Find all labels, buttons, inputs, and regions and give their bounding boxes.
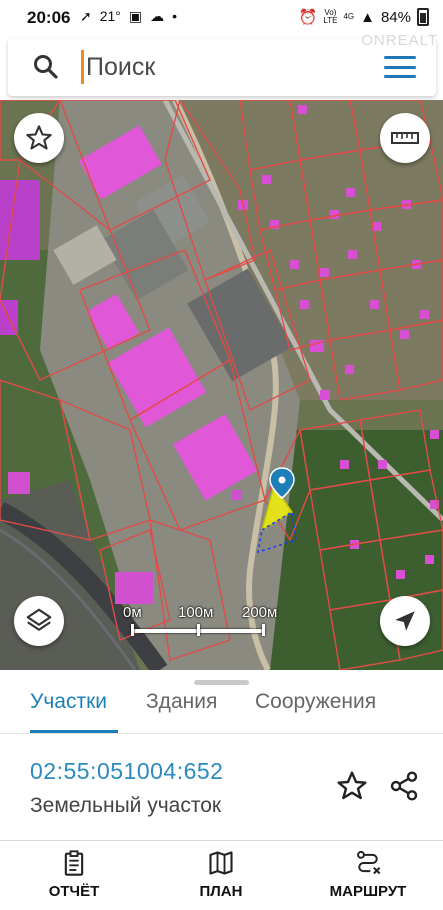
report-icon	[64, 850, 84, 876]
alarm-icon: ⏰	[298, 9, 318, 26]
category-tabs: Участки Здания Сооружения	[0, 686, 443, 734]
watermark: ONREALT	[361, 32, 438, 49]
tab-parcels[interactable]: Участки	[30, 690, 107, 714]
network-gen: 4G	[343, 12, 355, 21]
map-plan-icon	[209, 851, 233, 875]
tab-buildings[interactable]: Здания	[146, 690, 217, 714]
nav-report-label: ОТЧЁТ	[48, 883, 100, 900]
ruler-button[interactable]	[380, 113, 430, 163]
my-location-button[interactable]	[380, 596, 430, 646]
cloud-icon: ☁	[150, 8, 165, 24]
parcel-type: Земельный участок	[30, 794, 222, 817]
location-arrow-icon	[395, 611, 415, 631]
sheet-drag-handle[interactable]	[194, 680, 249, 685]
nav-plan[interactable]: ПЛАН	[166, 849, 276, 900]
layers-button[interactable]	[14, 596, 64, 646]
share-icon[interactable]	[388, 770, 420, 802]
navigation-arrow-icon: ➚	[80, 8, 92, 24]
nav-route-label: МАРШРУТ	[329, 883, 407, 900]
dot-icon: •	[172, 8, 178, 24]
battery-icon	[417, 8, 429, 26]
favorites-button[interactable]	[14, 113, 64, 163]
ruler-icon	[391, 132, 419, 144]
app-screen: 20:06 ➚ 21° ▣ ☁ • ⏰ Vo) LTE 4G ▲ 84% Пои…	[0, 0, 443, 910]
map-view[interactable]: 0м 100м 200м	[0, 100, 443, 670]
scale-label-100: 100м	[178, 604, 214, 621]
nav-report[interactable]: ОТЧЁТ	[19, 849, 129, 900]
status-time: 20:06	[27, 8, 71, 27]
signal-icon: ▲	[360, 8, 375, 26]
scale-label-200: 200м	[242, 604, 278, 621]
cadastral-number[interactable]: 02:55:051004:652	[30, 758, 223, 785]
gallery-icon: ▣	[128, 8, 143, 24]
search-icon[interactable]	[32, 53, 60, 81]
favorite-star-icon[interactable]	[336, 770, 368, 802]
star-icon	[26, 125, 52, 150]
network-indicator: Vo) LTE	[323, 8, 338, 25]
parcel-info-sheet: Участки Здания Сооружения 02:55:051004:6…	[0, 670, 443, 840]
battery-percent: 84%	[380, 8, 411, 26]
tab-structures[interactable]: Сооружения	[255, 690, 376, 714]
search-input[interactable]	[86, 47, 366, 87]
map-scale: 0м 100м 200м	[120, 604, 290, 644]
menu-icon[interactable]	[384, 56, 416, 78]
nav-route[interactable]: МАРШРУТ	[313, 849, 423, 900]
bottom-navigation: ОТЧЁТ ПЛАН МАРШРУТ	[0, 840, 443, 910]
divider	[0, 733, 443, 734]
status-bar: 20:06 ➚ 21° ▣ ☁ • ⏰ Vo) LTE 4G ▲ 84%	[0, 0, 443, 36]
scale-label-0: 0м	[123, 604, 142, 621]
layers-icon	[26, 608, 52, 631]
text-caret	[81, 50, 84, 84]
satellite-map	[0, 100, 443, 670]
route-icon	[357, 850, 381, 875]
status-temperature: 21°	[99, 8, 121, 24]
nav-plan-label: ПЛАН	[199, 883, 243, 900]
